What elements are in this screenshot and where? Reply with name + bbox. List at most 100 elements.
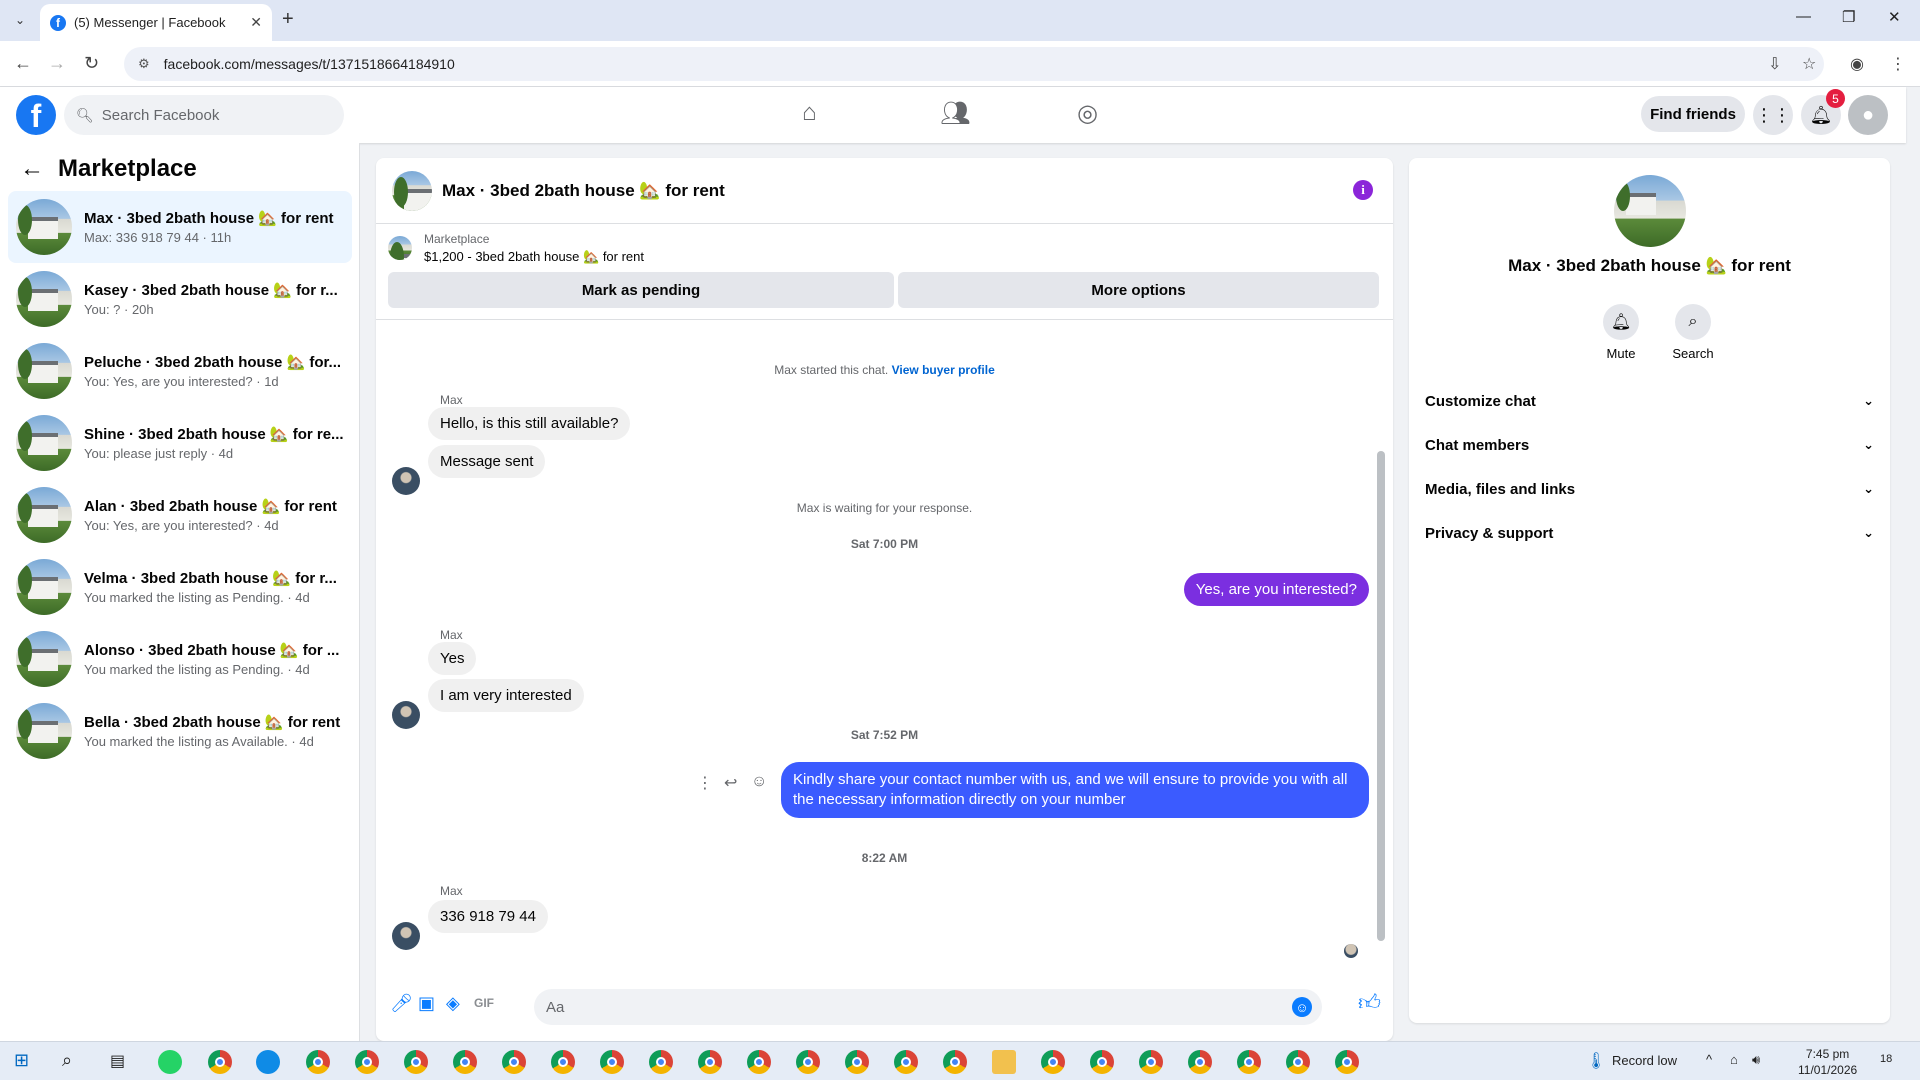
search-in-chat-button[interactable]: ⌕ Search bbox=[1663, 304, 1723, 361]
conversation-item[interactable]: Shine · 3bed 2bath house 🏡 for re... You… bbox=[8, 407, 352, 479]
chrome-icon[interactable] bbox=[208, 1050, 232, 1074]
chrome-icon[interactable] bbox=[502, 1050, 526, 1074]
react-emoji-icon[interactable]: ☺ bbox=[751, 773, 767, 791]
incoming-message[interactable]: Message sent bbox=[428, 445, 546, 478]
reload-icon[interactable]: ↻ bbox=[84, 53, 99, 74]
chrome-icon[interactable] bbox=[1286, 1050, 1310, 1074]
chrome-icon[interactable] bbox=[1090, 1050, 1114, 1074]
new-tab-icon[interactable]: + bbox=[282, 8, 294, 31]
chat-members-section[interactable]: Chat members ⌄ bbox=[1425, 427, 1874, 463]
chat-scrollbar[interactable] bbox=[1377, 451, 1385, 941]
view-buyer-profile-link[interactable]: View buyer profile bbox=[892, 363, 995, 377]
notification-center-count[interactable]: 18 bbox=[1880, 1053, 1892, 1065]
tray-overflow-icon[interactable]: ^ bbox=[1706, 1052, 1712, 1067]
chrome-icon[interactable] bbox=[453, 1050, 477, 1074]
back-arrow-icon[interactable]: ← bbox=[20, 155, 44, 183]
menu-grid-icon[interactable]: ⋮⋮ bbox=[1753, 95, 1793, 135]
browser-tab[interactable]: f (5) Messenger | Facebook ✕ bbox=[40, 4, 272, 41]
chrome-icon[interactable] bbox=[1335, 1050, 1359, 1074]
gif-icon[interactable]: GIF bbox=[474, 996, 494, 1010]
info-icon[interactable]: i bbox=[1353, 180, 1373, 200]
weather-label[interactable]: Record low bbox=[1612, 1053, 1677, 1068]
task-view-icon[interactable]: ▤ bbox=[110, 1051, 125, 1071]
taskbar-clock[interactable]: 7:45 pm 11/01/2026 bbox=[1798, 1046, 1857, 1078]
network-icon[interactable]: ⌂ bbox=[1730, 1052, 1738, 1067]
volume-icon[interactable]: 🔊︎ bbox=[1752, 1052, 1760, 1068]
mark-as-pending-button[interactable]: Mark as pending bbox=[388, 272, 894, 308]
chrome-icon[interactable] bbox=[551, 1050, 575, 1074]
whatsapp-icon[interactable] bbox=[158, 1050, 182, 1074]
windows-start-icon[interactable]: ⊞ bbox=[14, 1050, 29, 1071]
message-input[interactable]: Aa ☺ bbox=[534, 989, 1322, 1025]
chrome-icon[interactable] bbox=[1139, 1050, 1163, 1074]
close-window-icon[interactable]: ✕ bbox=[1888, 8, 1901, 26]
chrome-icon[interactable] bbox=[649, 1050, 673, 1074]
bookmark-star-icon[interactable]: ☆ bbox=[1802, 54, 1816, 74]
chrome-icon[interactable] bbox=[306, 1050, 330, 1074]
conversation-item[interactable]: Bella · 3bed 2bath house 🏡 for rent You … bbox=[8, 695, 352, 767]
url-field[interactable]: ⚙ facebook.com/messages/t/13715186641849… bbox=[124, 47, 1824, 81]
conversation-item[interactable]: Alonso · 3bed 2bath house 🏡 for ... You … bbox=[8, 623, 352, 695]
conversation-item[interactable]: Alan · 3bed 2bath house 🏡 for rent You: … bbox=[8, 479, 352, 551]
incoming-message[interactable]: Yes bbox=[428, 642, 477, 675]
incoming-message[interactable]: I am very interested bbox=[428, 679, 584, 712]
outgoing-message[interactable]: Yes, are you interested? bbox=[1183, 573, 1369, 606]
attach-image-icon[interactable]: ▣ bbox=[418, 993, 435, 1014]
close-tab-icon[interactable]: ✕ bbox=[250, 14, 262, 31]
listing-title[interactable]: $1,200 - 3bed 2bath house 🏡 for rent bbox=[424, 249, 644, 265]
sticker-icon[interactable]: ◈ bbox=[446, 993, 460, 1014]
tab-list-icon[interactable]: ⌄ bbox=[8, 8, 32, 32]
chrome-icon[interactable] bbox=[1041, 1050, 1065, 1074]
conversation-item[interactable]: Peluche · 3bed 2bath house 🏡 for... You:… bbox=[8, 335, 352, 407]
edge-icon[interactable] bbox=[256, 1050, 280, 1074]
conversation-item[interactable]: Kasey · 3bed 2bath house 🏡 for r... You:… bbox=[8, 263, 352, 335]
chrome-icon[interactable] bbox=[404, 1050, 428, 1074]
chrome-icon[interactable] bbox=[747, 1050, 771, 1074]
conversation-item[interactable]: Max · 3bed 2bath house 🏡 for rent Max: 3… bbox=[8, 191, 352, 263]
microphone-icon[interactable]: 🎤︎ bbox=[390, 993, 413, 1014]
chrome-icon[interactable] bbox=[894, 1050, 918, 1074]
reply-icon[interactable]: ↩ bbox=[724, 773, 737, 793]
sender-avatar[interactable] bbox=[392, 467, 420, 495]
outgoing-message[interactable]: Kindly share your contact number with us… bbox=[781, 762, 1369, 818]
chrome-icon[interactable] bbox=[355, 1050, 379, 1074]
chrome-icon[interactable] bbox=[1188, 1050, 1212, 1074]
home-icon[interactable]: ⌂ bbox=[802, 99, 817, 127]
incoming-message[interactable]: Hello, is this still available? bbox=[428, 407, 631, 440]
account-avatar[interactable]: ● bbox=[1848, 95, 1888, 135]
install-app-icon[interactable]: ⇩ bbox=[1768, 54, 1781, 74]
search-icon[interactable]: ⌕ bbox=[62, 1050, 72, 1071]
profile-icon[interactable]: ◉ bbox=[1850, 54, 1864, 74]
sender-avatar[interactable] bbox=[392, 922, 420, 950]
customize-chat-section[interactable]: Customize chat ⌄ bbox=[1425, 383, 1874, 419]
media-files-section[interactable]: Media, files and links ⌄ bbox=[1425, 471, 1874, 507]
groups-icon[interactable]: ◎ bbox=[1077, 99, 1098, 128]
minimize-icon[interactable]: — bbox=[1796, 8, 1811, 25]
search-facebook-input[interactable]: 🔍︎ Search Facebook bbox=[64, 95, 344, 135]
forward-icon[interactable]: → bbox=[48, 53, 66, 74]
chrome-icon[interactable] bbox=[1237, 1050, 1261, 1074]
chat-avatar[interactable] bbox=[392, 170, 432, 211]
chrome-icon[interactable] bbox=[698, 1050, 722, 1074]
thumbs-up-icon[interactable]: 👍︎ bbox=[1358, 989, 1381, 1016]
chrome-icon[interactable] bbox=[600, 1050, 624, 1074]
chrome-icon[interactable] bbox=[796, 1050, 820, 1074]
file-explorer-icon[interactable] bbox=[992, 1050, 1016, 1074]
details-avatar[interactable] bbox=[1614, 175, 1686, 247]
chrome-icon[interactable] bbox=[943, 1050, 967, 1074]
more-actions-icon[interactable]: ⋮ bbox=[697, 773, 713, 793]
more-options-button[interactable]: More options bbox=[898, 272, 1379, 308]
emoji-picker-icon[interactable]: ☺ bbox=[1292, 997, 1312, 1017]
mute-button[interactable]: 🔔︎ Mute bbox=[1591, 304, 1651, 361]
browser-menu-icon[interactable]: ⋮ bbox=[1890, 54, 1906, 74]
site-info-icon[interactable]: ⚙ bbox=[138, 56, 150, 72]
incoming-message[interactable]: 336 918 79 44 bbox=[428, 900, 548, 933]
sender-avatar[interactable] bbox=[392, 701, 420, 729]
find-friends-button[interactable]: Find friends bbox=[1641, 96, 1745, 132]
chrome-icon[interactable] bbox=[845, 1050, 869, 1074]
chat-title[interactable]: Max · 3bed 2bath house 🏡 for rent bbox=[442, 181, 725, 201]
back-icon[interactable]: ← bbox=[14, 53, 32, 74]
facebook-logo-icon[interactable]: f bbox=[16, 95, 56, 135]
restore-icon[interactable]: ❐ bbox=[1842, 8, 1855, 26]
conversation-item[interactable]: Velma · 3bed 2bath house 🏡 for r... You … bbox=[8, 551, 352, 623]
